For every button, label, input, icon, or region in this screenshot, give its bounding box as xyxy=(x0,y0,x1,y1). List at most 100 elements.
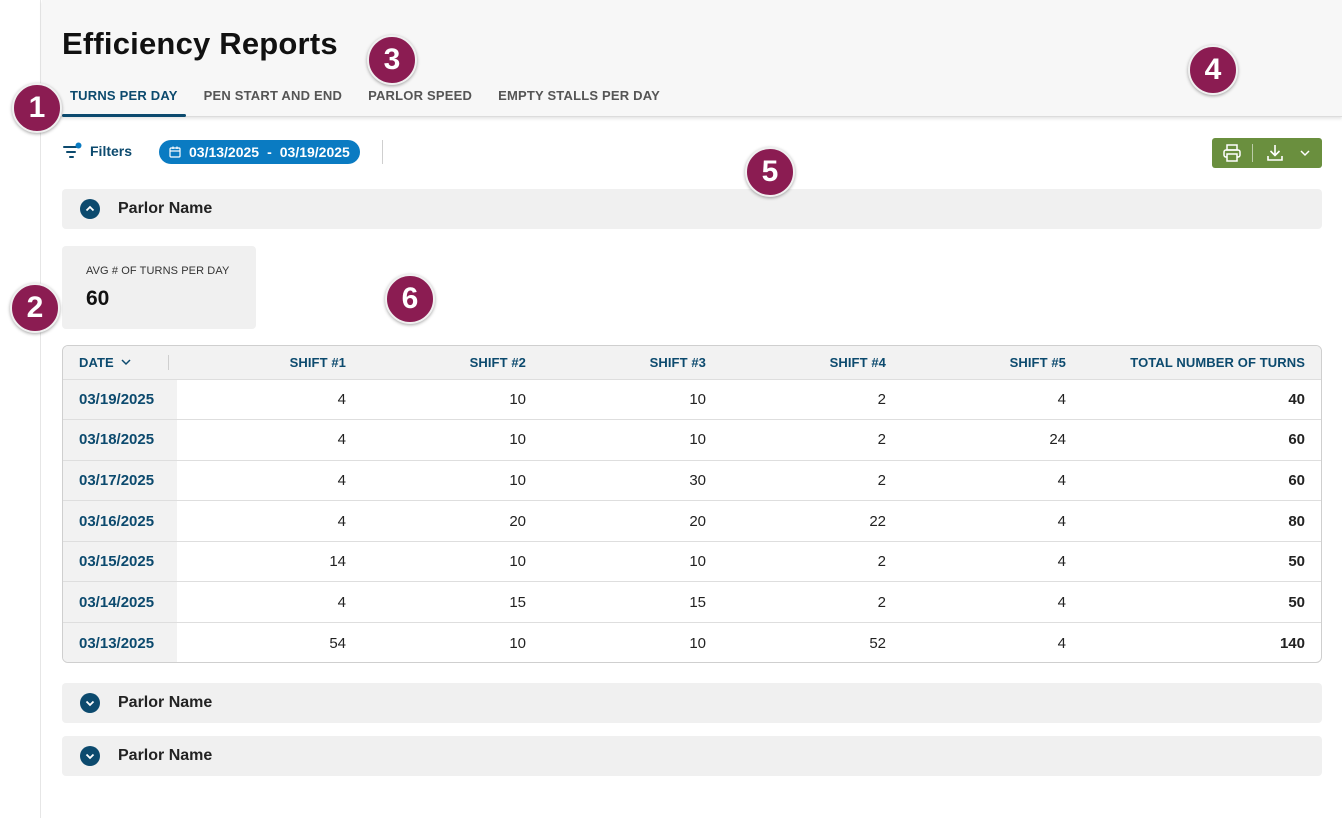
shift-1-cell: 4 xyxy=(337,431,346,449)
shift-1-cell: 4 xyxy=(337,512,346,530)
total-cell: 80 xyxy=(1288,512,1305,530)
shift-2-cell: 15 xyxy=(509,593,526,611)
annotation-marker-6: 6 xyxy=(385,274,435,324)
date-cell[interactable]: 03/16/2025 xyxy=(63,500,177,542)
turns-table: DATE SHIFT #1 SHIFT #2 SHIFT #3 SHIFT #4… xyxy=(62,345,1322,663)
calendar-icon xyxy=(169,146,181,158)
kpi-label: AVG # OF TURNS PER DAY xyxy=(86,265,230,277)
annotation-marker-4: 4 xyxy=(1188,45,1238,95)
column-label-date: DATE xyxy=(79,354,114,370)
shift-1-cell: 4 xyxy=(337,390,346,408)
tab-empty-stalls-per-day[interactable]: EMPTY STALLS PER DAY xyxy=(490,86,668,117)
column-header-shift-4: SHIFT #4 xyxy=(829,354,886,370)
date-cell[interactable]: 03/17/2025 xyxy=(63,460,177,501)
total-cell: 140 xyxy=(1279,634,1305,652)
column-header-shift-3: SHIFT #3 xyxy=(649,354,706,370)
shift-3-cell: 10 xyxy=(689,431,706,449)
date-separator: - xyxy=(267,144,272,160)
header-divider xyxy=(168,355,169,370)
shift-3-cell: 10 xyxy=(689,634,706,652)
total-cell: 50 xyxy=(1288,553,1305,571)
filter-icon xyxy=(63,142,82,158)
printer-icon xyxy=(1223,144,1241,162)
shift-4-cell: 2 xyxy=(877,593,886,611)
date-cell[interactable]: 03/19/2025 xyxy=(63,379,177,420)
report-tabs: TURNS PER DAY PEN START AND END PARLOR S… xyxy=(62,86,678,117)
shift-4-cell: 2 xyxy=(877,390,886,408)
shift-4-cell: 2 xyxy=(877,471,886,489)
tab-parlor-speed[interactable]: PARLOR SPEED xyxy=(360,86,480,117)
date-end: 03/19/2025 xyxy=(279,144,350,160)
annotation-marker-1: 1 xyxy=(12,83,62,133)
column-header-date[interactable]: DATE xyxy=(63,346,177,379)
column-header-shift-5: SHIFT #5 xyxy=(1009,354,1066,370)
table-header-row: DATE SHIFT #1 SHIFT #2 SHIFT #3 SHIFT #4… xyxy=(63,346,1321,379)
shift-5-cell: 4 xyxy=(1057,390,1066,408)
total-cell: 40 xyxy=(1288,390,1305,408)
kpi-value: 60 xyxy=(86,287,110,310)
chevron-down-icon xyxy=(1299,150,1310,157)
shift-1-cell: 4 xyxy=(337,471,346,489)
table-row: 03/19/2025 4 10 10 2 4 40 xyxy=(63,379,1321,420)
tab-pen-start-and-end[interactable]: PEN START AND END xyxy=(196,86,350,117)
shift-5-cell: 4 xyxy=(1057,593,1066,611)
toolbar: Filters 03/13/2025 - 03/19/2025 xyxy=(62,138,1322,168)
shift-4-cell: 52 xyxy=(869,634,886,652)
shift-3-cell: 20 xyxy=(689,512,706,530)
total-cell: 60 xyxy=(1288,431,1305,449)
shift-3-cell: 15 xyxy=(689,593,706,611)
date-cell[interactable]: 03/13/2025 xyxy=(63,622,177,662)
table-row: 03/16/2025 4 20 20 22 4 80 xyxy=(63,500,1321,542)
shift-2-cell: 10 xyxy=(509,431,526,449)
download-icon xyxy=(1266,145,1283,161)
annotation-marker-3: 3 xyxy=(367,35,417,85)
shift-3-cell: 10 xyxy=(689,390,706,408)
parlor-section-header[interactable]: Parlor Name xyxy=(62,736,1322,776)
date-cell[interactable]: 03/14/2025 xyxy=(63,581,177,623)
table-row: 03/13/2025 54 10 10 52 4 140 xyxy=(63,622,1321,662)
annotation-marker-2: 2 xyxy=(10,283,60,333)
column-header-shift-1: SHIFT #1 xyxy=(289,354,346,370)
table-row: 03/14/2025 4 15 15 2 4 50 xyxy=(63,581,1321,623)
total-cell: 60 xyxy=(1288,471,1305,489)
table-row: 03/17/2025 4 10 30 2 4 60 xyxy=(63,460,1321,501)
annotation-marker-5: 5 xyxy=(745,147,795,197)
shift-2-cell: 10 xyxy=(509,471,526,489)
page-title: Efficiency Reports xyxy=(62,26,338,61)
filters-label: Filters xyxy=(90,143,133,159)
shift-1-cell: 4 xyxy=(337,593,346,611)
shift-4-cell: 22 xyxy=(869,512,886,530)
parlor-section-header[interactable]: Parlor Name xyxy=(62,683,1322,723)
tab-turns-per-day[interactable]: TURNS PER DAY xyxy=(62,86,186,117)
parlor-section-header[interactable]: Parlor Name xyxy=(62,189,1322,229)
shift-2-cell: 10 xyxy=(509,553,526,571)
parlor-name: Parlor Name xyxy=(118,694,213,711)
download-menu-button[interactable] xyxy=(1253,138,1322,168)
shift-3-cell: 10 xyxy=(689,553,706,571)
table-row: 03/15/2025 14 10 10 2 4 50 xyxy=(63,541,1321,582)
shift-5-cell: 4 xyxy=(1057,512,1066,530)
shift-2-cell: 10 xyxy=(509,390,526,408)
shift-4-cell: 2 xyxy=(877,553,886,571)
shift-5-cell: 4 xyxy=(1057,471,1066,489)
column-header-total: TOTAL NUMBER OF TURNS xyxy=(1130,354,1305,370)
chevron-down-icon[interactable] xyxy=(80,746,100,766)
parlor-name: Parlor Name xyxy=(118,747,213,764)
shift-2-cell: 10 xyxy=(509,634,526,652)
filters-button[interactable]: Filters xyxy=(62,142,132,160)
shift-1-cell: 14 xyxy=(329,553,346,571)
date-cell[interactable]: 03/18/2025 xyxy=(63,419,177,461)
chevron-down-icon[interactable] xyxy=(80,693,100,713)
shift-2-cell: 20 xyxy=(509,512,526,530)
date-cell[interactable]: 03/15/2025 xyxy=(63,541,177,582)
shift-5-cell: 4 xyxy=(1057,553,1066,571)
date-range-chip[interactable]: 03/13/2025 - 03/19/2025 xyxy=(159,140,360,164)
kpi-card: AVG # OF TURNS PER DAY 60 xyxy=(62,246,256,329)
print-button[interactable] xyxy=(1212,138,1252,168)
shift-4-cell: 2 xyxy=(877,431,886,449)
shift-5-cell: 24 xyxy=(1049,431,1066,449)
chevron-up-icon[interactable] xyxy=(80,199,100,219)
parlor-name: Parlor Name xyxy=(118,200,213,217)
shift-1-cell: 54 xyxy=(329,634,346,652)
total-cell: 50 xyxy=(1288,593,1305,611)
